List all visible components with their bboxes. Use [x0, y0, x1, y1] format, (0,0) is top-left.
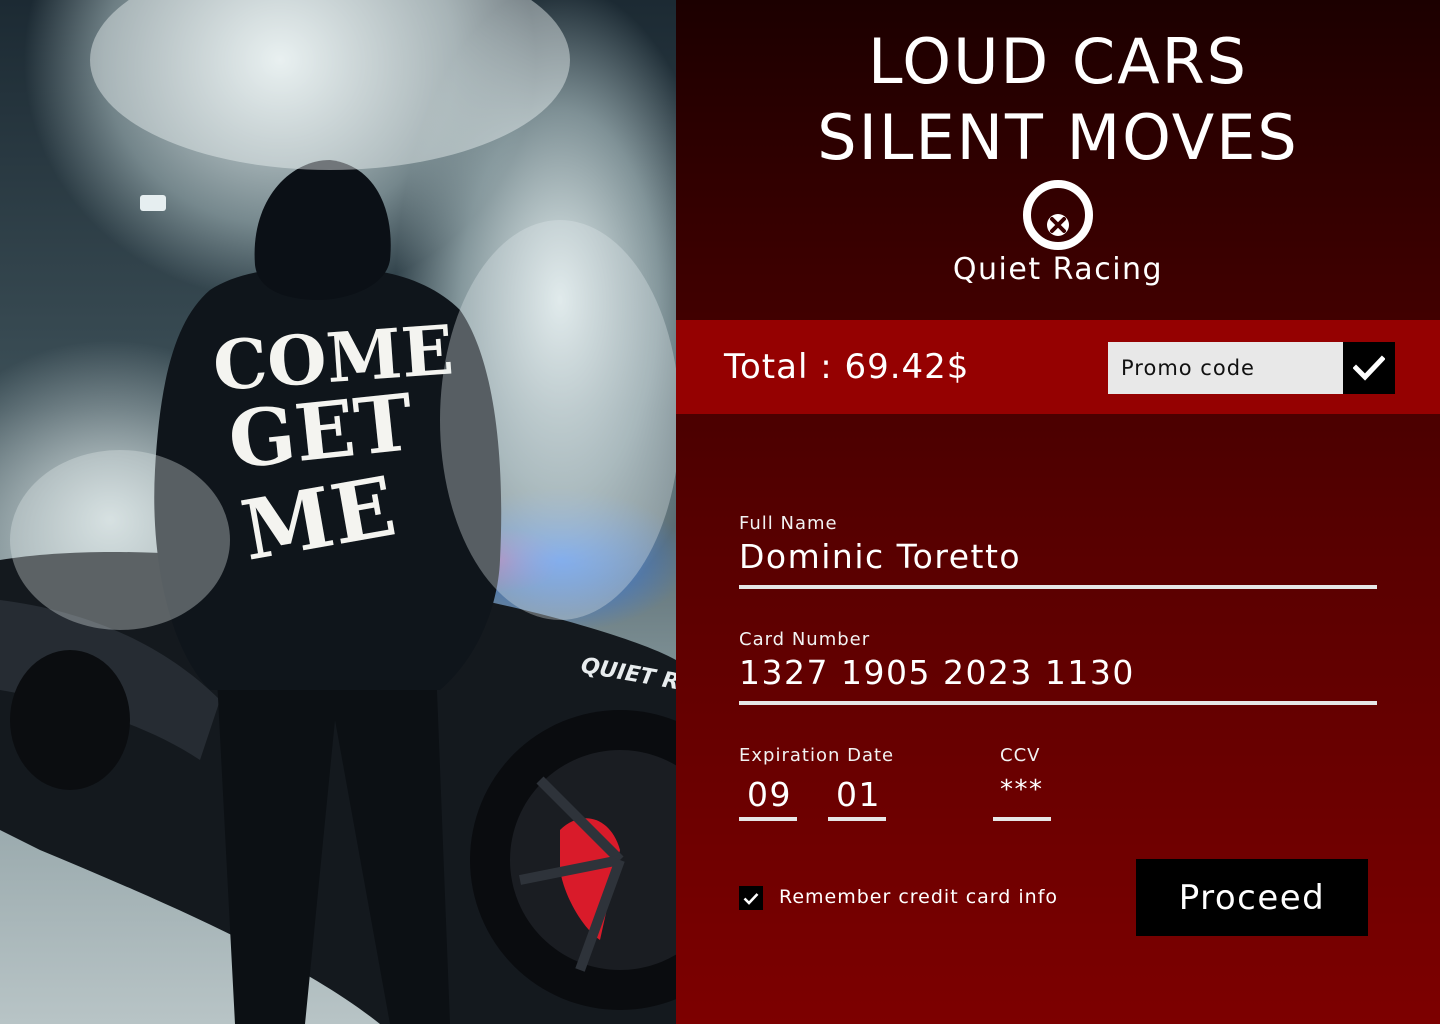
- checkout-panel: LOUD CARS SILENT MOVES Quiet Racing Tota…: [676, 0, 1440, 1024]
- headline: LOUD CARS SILENT MOVES: [676, 24, 1440, 176]
- ccv-label: CCV: [1000, 745, 1041, 766]
- expiration-month-field[interactable]: 09: [747, 775, 792, 814]
- headline-line2: SILENT MOVES: [817, 101, 1299, 174]
- remember-label[interactable]: Remember credit card info: [779, 886, 1058, 908]
- order-total: Total : 69.42$: [724, 347, 970, 387]
- expiration-year-field[interactable]: 01: [836, 775, 881, 814]
- ceiling-light: [140, 195, 166, 211]
- expiration-month-underline: [739, 817, 797, 821]
- hero-illustration: QUIET RAC COME GET ME: [0, 0, 676, 1024]
- proceed-button[interactable]: Proceed: [1136, 859, 1368, 936]
- car-wheel-left: [10, 650, 130, 790]
- expiration-year-underline: [828, 817, 886, 821]
- person-hood: [254, 160, 391, 300]
- headline-line1: LOUD CARS: [867, 25, 1249, 98]
- expiration-label: Expiration Date: [739, 745, 895, 766]
- card-number-label: Card Number: [739, 629, 871, 650]
- full-name-field[interactable]: Dominic Toretto: [739, 537, 1021, 576]
- total-bar: Total : 69.42$: [676, 320, 1440, 414]
- card-number-underline: [739, 701, 1377, 705]
- remember-checkbox[interactable]: [739, 886, 763, 910]
- promo-code-input[interactable]: [1108, 342, 1343, 394]
- mouth-x-icon: [1023, 180, 1093, 250]
- hero-photo: QUIET RAC COME GET ME: [0, 0, 676, 1024]
- full-name-label: Full Name: [739, 513, 838, 534]
- promo-apply-button[interactable]: [1343, 342, 1395, 394]
- checkbox-check-icon: [743, 892, 759, 905]
- full-name-underline: [739, 585, 1377, 589]
- ccv-field[interactable]: ***: [1000, 775, 1044, 805]
- brand-name: Quiet Racing: [952, 252, 1164, 287]
- card-number-field[interactable]: 1327 1905 2023 1130: [739, 653, 1135, 692]
- checkmark-icon: [1353, 355, 1385, 381]
- ccv-underline: [993, 817, 1051, 821]
